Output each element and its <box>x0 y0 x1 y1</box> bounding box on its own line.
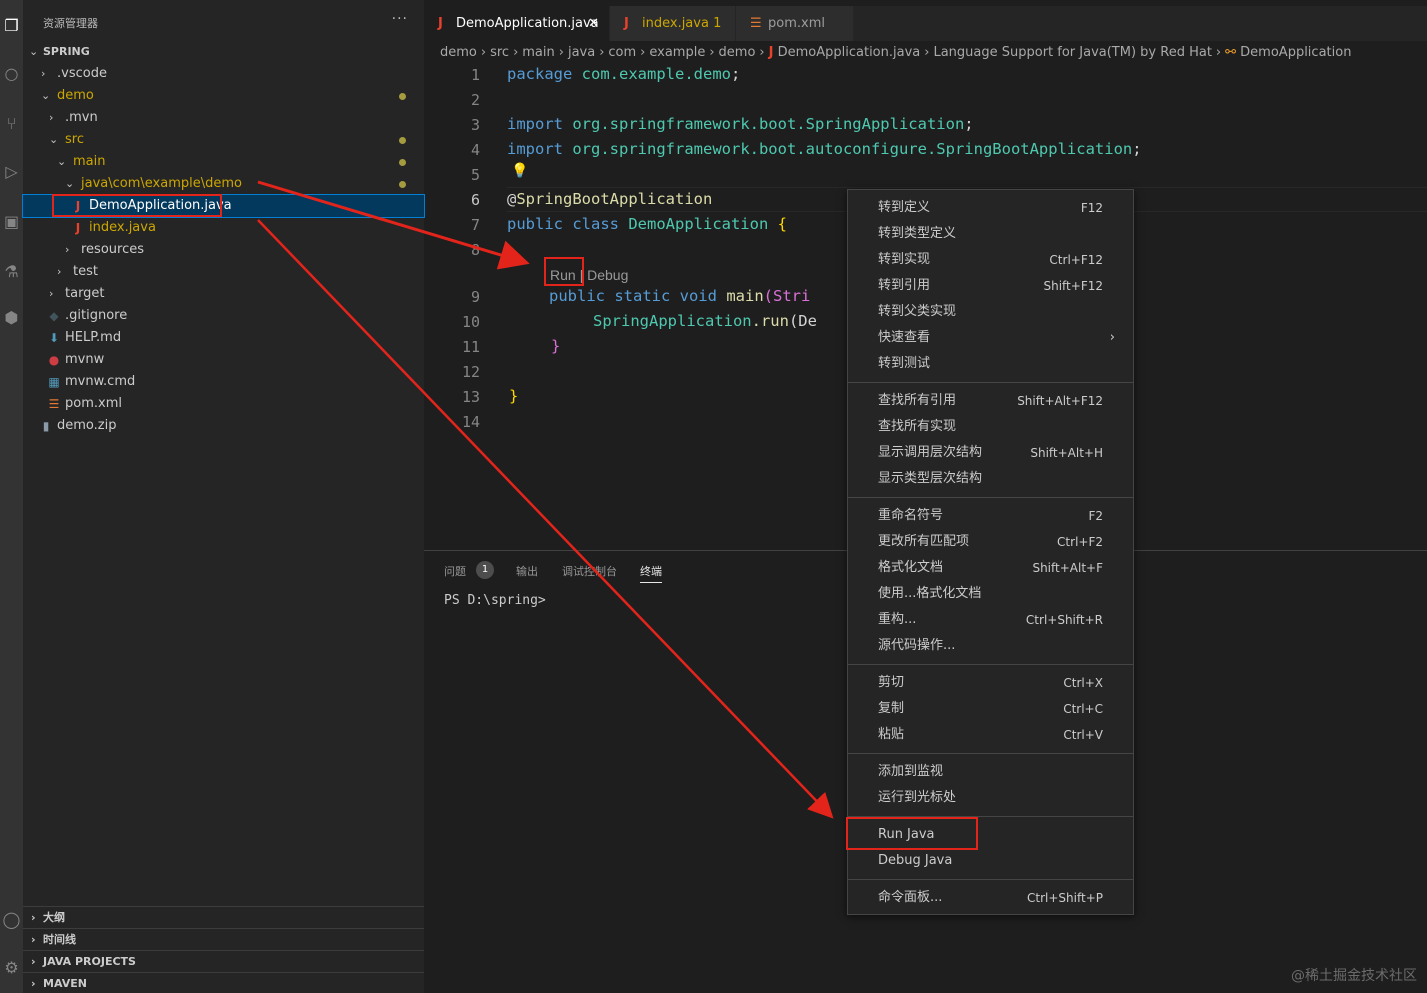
watermark: @稀土掘金技术社区 <box>1291 968 1417 984</box>
annotation-arrows <box>257 180 834 819</box>
arrow-to-run-java <box>257 219 834 819</box>
arrow-to-run <box>257 180 530 270</box>
